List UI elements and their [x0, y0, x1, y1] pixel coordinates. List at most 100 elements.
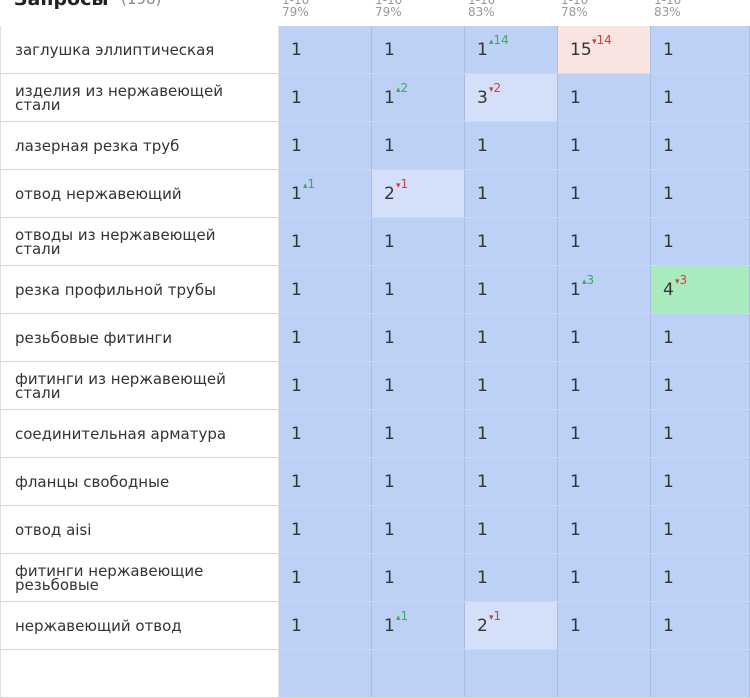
column-header-2[interactable]: 1-10 79% — [375, 0, 402, 18]
position-cell[interactable]: 1 — [465, 170, 558, 217]
position-cell[interactable] — [651, 650, 750, 697]
position-cell[interactable]: 1 — [558, 314, 651, 361]
position-cell[interactable]: 1 — [558, 506, 651, 553]
position-cell[interactable]: 1 — [651, 410, 750, 457]
position-cell[interactable]: 15 ▾14 — [558, 26, 651, 73]
query-cell[interactable]: резьбовые фитинги — [0, 314, 279, 361]
column-percent: 79% — [375, 5, 402, 19]
position-cell[interactable]: 2 ▾1 — [372, 170, 465, 217]
column-header-5[interactable]: 1-10 83% — [654, 0, 681, 18]
position-cell[interactable]: 1 — [279, 554, 372, 601]
position-cell[interactable]: 1 — [558, 362, 651, 409]
query-cell[interactable]: фитинги из нержавеющей стали — [0, 362, 279, 409]
position-value: 1 — [663, 616, 674, 636]
position-cell[interactable]: 1 — [279, 362, 372, 409]
position-cell[interactable]: 1 — [651, 506, 750, 553]
query-text: фитинги из нержавеющей стали — [15, 369, 226, 402]
position-cell[interactable]: 1 ▴2 — [372, 74, 465, 121]
column-header-3[interactable]: 1-10 83% — [468, 0, 495, 18]
position-cell[interactable]: 1 ▴1 — [279, 170, 372, 217]
position-cell[interactable]: 1 — [279, 218, 372, 265]
position-cell[interactable]: 1 — [372, 314, 465, 361]
position-cell[interactable]: 1 ▴3 — [558, 266, 651, 313]
position-cell[interactable]: 1 — [558, 170, 651, 217]
position-cell[interactable]: 1 — [279, 506, 372, 553]
position-value: 1 — [384, 376, 395, 396]
position-cell[interactable]: 1 — [651, 218, 750, 265]
position-cell[interactable]: 1 — [279, 602, 372, 649]
query-cell[interactable]: изделия из нержавеющей стали — [0, 74, 279, 121]
position-cell[interactable]: 4 ▾3 — [651, 266, 750, 313]
position-cell[interactable]: 1 — [558, 218, 651, 265]
position-cell[interactable]: 1 — [279, 458, 372, 505]
position-cell[interactable]: 1 — [279, 410, 372, 457]
position-cell[interactable]: 1 — [651, 362, 750, 409]
position-cell[interactable]: 1 — [465, 362, 558, 409]
position-cell[interactable]: 1 — [651, 458, 750, 505]
position-cell[interactable]: 1 — [372, 410, 465, 457]
position-cell[interactable]: 1 — [372, 122, 465, 169]
position-cell[interactable]: 1 — [279, 122, 372, 169]
position-cell[interactable]: 1 — [651, 170, 750, 217]
position-cell[interactable]: 1 — [465, 122, 558, 169]
position-cell[interactable]: 2 ▾1 — [465, 602, 558, 649]
position-cell[interactable]: 1 — [558, 458, 651, 505]
position-cell[interactable]: 3 ▾2 — [465, 74, 558, 121]
query-cell[interactable]: заглушка эллиптическая — [0, 26, 279, 73]
query-cell[interactable]: соединительная арматура — [0, 410, 279, 457]
position-cell[interactable]: 1 — [651, 602, 750, 649]
table-row: отвод нержавеющий 1 ▴1 2 ▾1 1 1 1 — [0, 170, 750, 218]
column-header-4[interactable]: 1-10 78% — [561, 0, 588, 18]
position-cell[interactable]: 1 — [465, 410, 558, 457]
position-cell[interactable]: 1 — [465, 554, 558, 601]
position-cell[interactable]: 1 — [465, 506, 558, 553]
position-cell[interactable]: 1 — [558, 74, 651, 121]
position-cell[interactable]: 1 — [372, 26, 465, 73]
query-cell[interactable]: отводы из нержавеющей стали — [0, 218, 279, 265]
position-cell[interactable]: 1 — [279, 266, 372, 313]
query-cell[interactable]: резка профильной трубы — [0, 266, 279, 313]
position-cell[interactable]: 1 — [279, 74, 372, 121]
query-cell[interactable]: отвод aisi — [0, 506, 279, 553]
column-header-1[interactable]: 1-10 79% — [282, 0, 309, 18]
position-cell[interactable]: 1 — [372, 266, 465, 313]
position-cell[interactable]: 1 — [372, 218, 465, 265]
query-cell[interactable]: нержавеющий отвод — [0, 602, 279, 649]
position-cell[interactable]: 1 — [651, 74, 750, 121]
position-cell[interactable]: 1 — [558, 554, 651, 601]
position-value: 1 — [477, 328, 488, 348]
position-cell[interactable]: 1 — [372, 554, 465, 601]
position-value: 1 — [291, 568, 302, 588]
position-cell[interactable]: 1 — [465, 266, 558, 313]
position-cell[interactable]: 1 — [465, 314, 558, 361]
position-cell[interactable]: 1 — [465, 218, 558, 265]
position-cell[interactable]: 1 ▴14 — [465, 26, 558, 73]
position-cell[interactable] — [372, 650, 465, 697]
position-cell[interactable]: 1 — [279, 314, 372, 361]
position-cell[interactable]: 1 — [558, 602, 651, 649]
query-cell[interactable]: отвод нержавеющий — [0, 170, 279, 217]
position-cell[interactable]: 1 — [651, 314, 750, 361]
query-cell[interactable] — [0, 650, 279, 697]
position-value: 1 — [291, 520, 302, 540]
position-cell[interactable]: 1 — [372, 506, 465, 553]
position-cell[interactable]: 1 — [558, 122, 651, 169]
query-cell[interactable]: фланцы свободные — [0, 458, 279, 505]
position-cell[interactable] — [465, 650, 558, 697]
position-cell[interactable]: 1 — [651, 554, 750, 601]
position-cell[interactable] — [279, 650, 372, 697]
delta-value: 14 — [493, 33, 509, 47]
position-cell[interactable]: 1 — [651, 122, 750, 169]
query-cell[interactable]: лазерная резка труб — [0, 122, 279, 169]
position-cell[interactable]: 1 — [651, 26, 750, 73]
queries-title[interactable]: Запросы — [14, 0, 109, 10]
position-cell[interactable]: 1 — [465, 458, 558, 505]
position-cell[interactable]: 1 — [279, 26, 372, 73]
position-cell[interactable]: 1 ▴1 — [372, 602, 465, 649]
query-cell[interactable]: фитинги нержавеющие резьбовые — [0, 554, 279, 601]
position-cell[interactable]: 1 — [372, 458, 465, 505]
position-cell[interactable]: 1 — [558, 410, 651, 457]
position-cell[interactable]: 1 — [372, 362, 465, 409]
positions-table: заглушка эллиптическая 1 1 1 ▴14 15 ▾14 1 издели… — [0, 26, 750, 698]
position-cell[interactable] — [558, 650, 651, 697]
